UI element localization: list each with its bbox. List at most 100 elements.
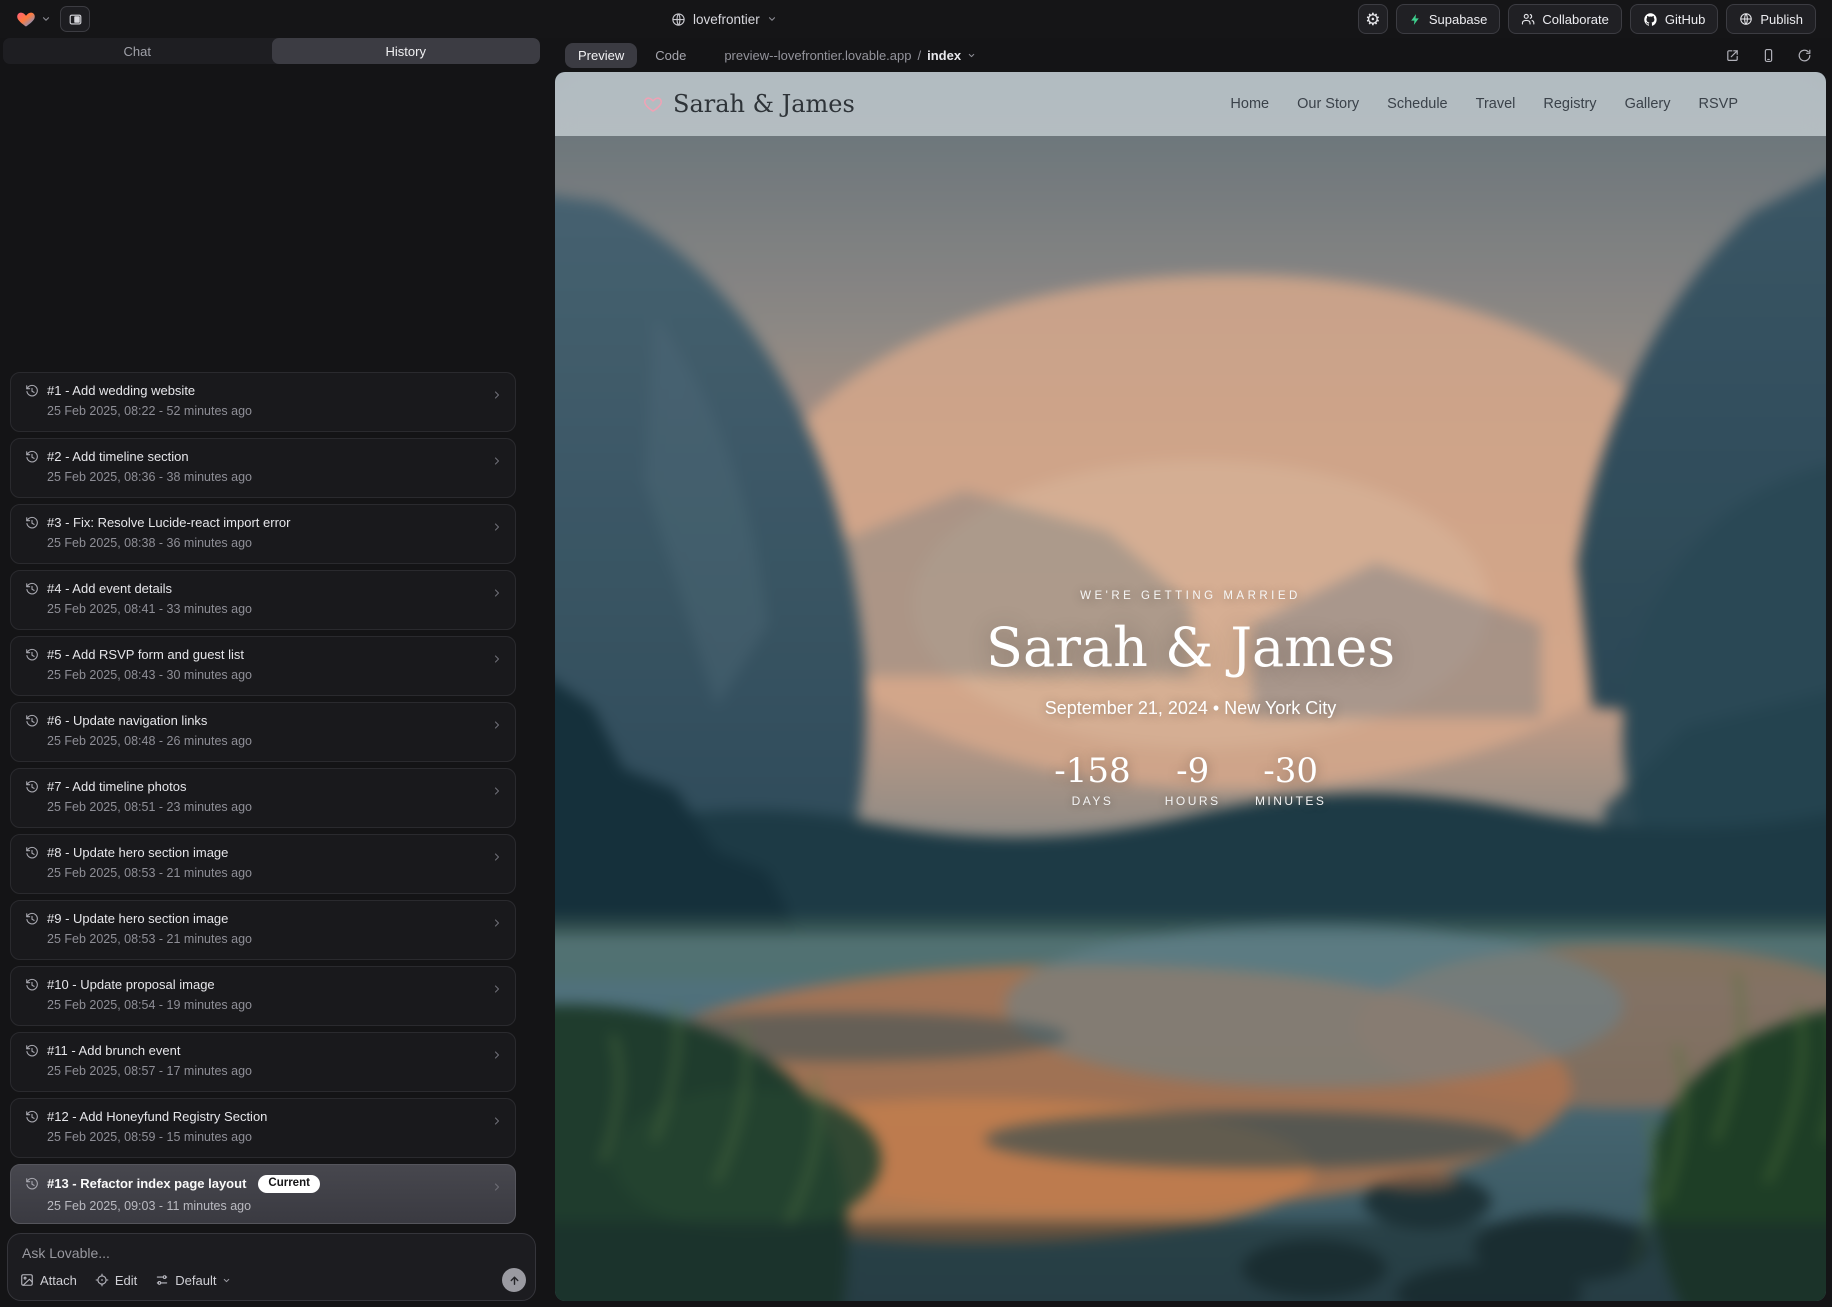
- history-item[interactable]: #5 - Add RSVP form and guest list 25 Feb…: [10, 636, 516, 696]
- history-item-title: #2 - Add timeline section: [47, 449, 189, 464]
- attach-label: Attach: [40, 1273, 77, 1288]
- supabase-button[interactable]: Supabase: [1396, 4, 1501, 34]
- mobile-view-icon[interactable]: [1761, 48, 1776, 63]
- chevron-down-icon: [767, 14, 777, 24]
- history-item-timestamp: 25 Feb 2025, 08:43 - 30 minutes ago: [47, 668, 481, 682]
- nav-link[interactable]: Our Story: [1297, 96, 1359, 112]
- url-separator: /: [917, 48, 921, 63]
- url-host: preview--lovefrontier.lovable.app: [724, 48, 911, 63]
- history-item[interactable]: #1 - Add wedding website 25 Feb 2025, 08…: [10, 372, 516, 432]
- history-item[interactable]: #9 - Update hero section image 25 Feb 20…: [10, 900, 516, 960]
- collaborate-label: Collaborate: [1542, 12, 1609, 27]
- history-item[interactable]: #11 - Add brunch event 25 Feb 2025, 08:5…: [10, 1032, 516, 1092]
- history-item-title: #6 - Update navigation links: [47, 713, 207, 728]
- chevron-right-icon: [491, 1049, 503, 1061]
- countdown-value: -158: [1054, 751, 1130, 791]
- tab-history[interactable]: History: [272, 38, 541, 64]
- history-icon: [25, 1110, 39, 1124]
- lovable-heart-icon: [16, 9, 36, 29]
- site-brand-text: Sarah & James: [673, 90, 855, 118]
- sidebar-toggle-button[interactable]: [60, 6, 90, 32]
- edit-button[interactable]: Edit: [95, 1273, 137, 1288]
- site-viewport: Sarah & James Home Our Story Schedule Tr…: [555, 72, 1826, 1301]
- chevron-right-icon: [491, 851, 503, 863]
- history-item-timestamp: 25 Feb 2025, 08:53 - 21 minutes ago: [47, 932, 481, 946]
- history-icon: [25, 1177, 39, 1191]
- globe-icon: [1739, 12, 1753, 26]
- history-item-timestamp: 25 Feb 2025, 08:59 - 15 minutes ago: [47, 1130, 481, 1144]
- history-item-title: #7 - Add timeline photos: [47, 779, 186, 794]
- history-item[interactable]: #10 - Update proposal image 25 Feb 2025,…: [10, 966, 516, 1026]
- project-selector[interactable]: lovefrontier: [90, 12, 1358, 27]
- history-item-timestamp: 25 Feb 2025, 08:48 - 26 minutes ago: [47, 734, 481, 748]
- publish-button[interactable]: Publish: [1726, 4, 1816, 34]
- settings-button[interactable]: ⚙: [1358, 4, 1388, 34]
- tab-preview[interactable]: Preview: [565, 43, 637, 68]
- countdown-label: HOURS: [1157, 794, 1229, 808]
- history-item-timestamp: 25 Feb 2025, 08:38 - 36 minutes ago: [47, 536, 481, 550]
- countdown-label: DAYS: [1054, 794, 1130, 808]
- sidebar-panel-icon: [68, 12, 83, 27]
- refresh-icon[interactable]: [1797, 48, 1812, 63]
- supabase-label: Supabase: [1429, 12, 1488, 27]
- send-button[interactable]: [502, 1268, 526, 1292]
- app-topbar: lovefrontier ⚙ Supabase Collaborate GitH…: [0, 0, 1832, 38]
- tab-chat[interactable]: Chat: [3, 38, 272, 64]
- history-item-title: #3 - Fix: Resolve Lucide-react import er…: [47, 515, 290, 530]
- chevron-right-icon: [491, 719, 503, 731]
- nav-link[interactable]: Registry: [1543, 96, 1596, 112]
- countdown-value: -9: [1157, 751, 1229, 791]
- history-item[interactable]: #8 - Update hero section image 25 Feb 20…: [10, 834, 516, 894]
- nav-link[interactable]: Schedule: [1387, 96, 1447, 112]
- history-item[interactable]: #6 - Update navigation links 25 Feb 2025…: [10, 702, 516, 762]
- url-page: index: [927, 48, 961, 63]
- history-item-title: #1 - Add wedding website: [47, 383, 195, 398]
- attach-button[interactable]: Attach: [20, 1273, 77, 1288]
- history-item-timestamp: 25 Feb 2025, 08:57 - 17 minutes ago: [47, 1064, 481, 1078]
- site-brand[interactable]: Sarah & James: [643, 90, 855, 118]
- hero-title: Sarah & James: [555, 618, 1826, 678]
- history-icon: [25, 648, 39, 662]
- lovable-logo-menu[interactable]: [16, 9, 51, 29]
- mode-label: Default: [175, 1273, 216, 1288]
- chevron-right-icon: [491, 653, 503, 665]
- nav-link[interactable]: RSVP: [1699, 96, 1739, 112]
- sliders-icon: [155, 1273, 169, 1287]
- history-item[interactable]: #13 - Refactor index page layout Current…: [10, 1164, 516, 1224]
- history-item[interactable]: #12 - Add Honeyfund Registry Section 25 …: [10, 1098, 516, 1158]
- ask-lovable-input[interactable]: [20, 1244, 527, 1262]
- publish-label: Publish: [1760, 12, 1803, 27]
- github-button[interactable]: GitHub: [1630, 4, 1718, 34]
- nav-link[interactable]: Home: [1230, 96, 1269, 112]
- history-item-timestamp: 25 Feb 2025, 09:03 - 11 minutes ago: [47, 1199, 481, 1213]
- chevron-right-icon: [491, 1115, 503, 1127]
- history-item[interactable]: #3 - Fix: Resolve Lucide-react import er…: [10, 504, 516, 564]
- edit-label: Edit: [115, 1273, 137, 1288]
- history-icon: [25, 582, 39, 596]
- sidebar-tabbar: Chat History: [3, 38, 540, 64]
- countdown-label: MINUTES: [1255, 794, 1327, 808]
- site-nav: Home Our Story Schedule Travel Registry …: [1230, 96, 1738, 112]
- history-item[interactable]: #2 - Add timeline section 25 Feb 2025, 0…: [10, 438, 516, 498]
- open-external-icon[interactable]: [1725, 48, 1740, 63]
- url-selector[interactable]: preview--lovefrontier.lovable.app / inde…: [724, 48, 976, 63]
- history-item-timestamp: 25 Feb 2025, 08:22 - 52 minutes ago: [47, 404, 481, 418]
- history-item-title: #12 - Add Honeyfund Registry Section: [47, 1109, 267, 1124]
- tab-code[interactable]: Code: [643, 43, 698, 68]
- history-item-title: #8 - Update hero section image: [47, 845, 228, 860]
- countdown: -158 DAYS -9 HOURS -30 MINUTES: [555, 751, 1826, 808]
- mode-selector[interactable]: Default: [155, 1273, 231, 1288]
- history-item[interactable]: #7 - Add timeline photos 25 Feb 2025, 08…: [10, 768, 516, 828]
- history-item[interactable]: #4 - Add event details 25 Feb 2025, 08:4…: [10, 570, 516, 630]
- chevron-right-icon: [491, 521, 503, 533]
- countdown-value: -30: [1255, 751, 1327, 791]
- nav-link[interactable]: Travel: [1476, 96, 1516, 112]
- supabase-bolt-icon: [1409, 13, 1422, 26]
- users-icon: [1521, 12, 1535, 26]
- history-item-timestamp: 25 Feb 2025, 08:53 - 21 minutes ago: [47, 866, 481, 880]
- collaborate-button[interactable]: Collaborate: [1508, 4, 1622, 34]
- arrow-up-icon: [508, 1274, 521, 1287]
- nav-link[interactable]: Gallery: [1625, 96, 1671, 112]
- chevron-right-icon: [491, 389, 503, 401]
- history-icon: [25, 516, 39, 530]
